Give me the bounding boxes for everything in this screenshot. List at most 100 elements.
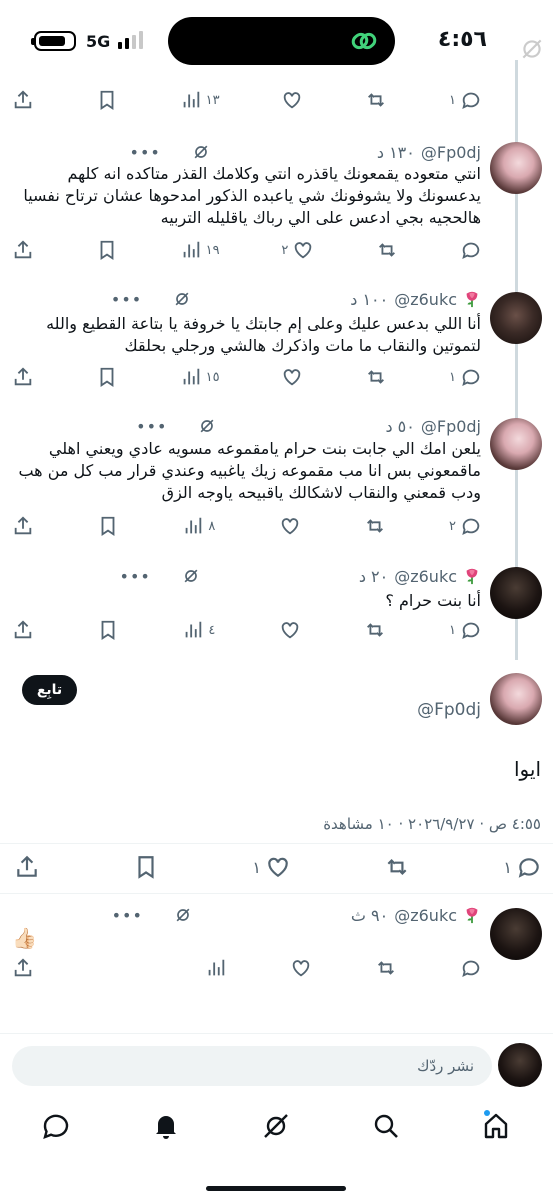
reply-count: ١ bbox=[448, 92, 456, 108]
repost-icon bbox=[387, 858, 407, 876]
share-icon bbox=[14, 620, 32, 639]
bookmark-icon bbox=[100, 90, 114, 110]
share-button[interactable] bbox=[12, 239, 34, 261]
heart-icon bbox=[284, 369, 301, 386]
repost-icon bbox=[379, 243, 396, 257]
tweet-actions: ١٣ ١ bbox=[12, 86, 482, 114]
like-button[interactable]: ٢ bbox=[281, 239, 314, 261]
bookmark-button[interactable] bbox=[97, 619, 119, 641]
tweet-handle[interactable]: @z6ukc bbox=[394, 906, 457, 925]
reply-button[interactable] bbox=[460, 239, 482, 261]
more-icon[interactable]: ••• bbox=[111, 290, 142, 309]
share-button[interactable] bbox=[12, 957, 34, 979]
views-button[interactable]: ١٥ bbox=[180, 366, 220, 388]
repost-button[interactable] bbox=[365, 89, 387, 111]
tweet-handle[interactable]: @Fp0dj bbox=[421, 143, 481, 162]
views-button[interactable] bbox=[205, 957, 227, 979]
avatar[interactable] bbox=[490, 142, 542, 194]
repost-button[interactable] bbox=[376, 239, 398, 261]
grok-icon[interactable] bbox=[173, 905, 193, 925]
share-button[interactable] bbox=[12, 515, 34, 537]
network-type: 5G bbox=[86, 32, 111, 51]
tweet-header: ••• ٩٠ ث @z6ukc bbox=[112, 905, 481, 925]
heart-icon bbox=[295, 242, 312, 259]
more-icon[interactable]: ••• bbox=[136, 417, 167, 436]
repost-button[interactable] bbox=[365, 366, 387, 388]
like-button[interactable] bbox=[281, 89, 303, 111]
more-icon[interactable]: ••• bbox=[130, 143, 161, 162]
reply-count: ١ bbox=[449, 622, 456, 638]
tab-bar bbox=[0, 1100, 553, 1160]
repost-icon bbox=[366, 623, 383, 637]
reply-button[interactable] bbox=[460, 957, 482, 979]
divider bbox=[0, 1033, 553, 1034]
more-icon[interactable]: ••• bbox=[112, 906, 143, 925]
home-icon[interactable] bbox=[480, 1110, 512, 1142]
reply-button[interactable]: ٢ bbox=[449, 515, 482, 537]
tweet-text: 👍🏻 bbox=[12, 926, 37, 950]
bookmark-button[interactable] bbox=[96, 366, 118, 388]
repost-button[interactable] bbox=[384, 854, 410, 880]
share-button[interactable] bbox=[12, 619, 34, 641]
reply-button[interactable]: ١ bbox=[449, 619, 482, 641]
grok-icon[interactable] bbox=[191, 142, 211, 162]
views-count: ١٥ bbox=[205, 369, 220, 385]
like-button[interactable]: ١ bbox=[252, 854, 291, 880]
views-button[interactable]: ٨ bbox=[182, 515, 215, 537]
share-button[interactable] bbox=[12, 89, 34, 111]
views-button[interactable]: ١٩ bbox=[180, 239, 220, 261]
like-button[interactable] bbox=[279, 619, 301, 641]
grok-icon[interactable] bbox=[260, 1110, 292, 1142]
views-button[interactable]: ٤ bbox=[182, 619, 215, 641]
avatar[interactable] bbox=[490, 908, 542, 960]
messages-icon[interactable] bbox=[40, 1110, 72, 1142]
views-icon bbox=[183, 241, 199, 258]
notifications-icon[interactable] bbox=[150, 1110, 182, 1142]
repost-button[interactable] bbox=[364, 619, 386, 641]
share-button[interactable] bbox=[14, 854, 40, 880]
tweet-handle[interactable]: @Fp0dj bbox=[417, 700, 481, 720]
views-count: ٨ bbox=[208, 518, 216, 534]
avatar[interactable] bbox=[490, 292, 542, 344]
tweet-handle[interactable]: @Fp0dj bbox=[421, 417, 481, 436]
tweet-text: انتي متعوده يقمعونك ياقذره انتي وكلامك ا… bbox=[23, 164, 481, 227]
avatar[interactable] bbox=[490, 567, 542, 619]
share-icon bbox=[14, 516, 32, 535]
avatar[interactable] bbox=[490, 418, 542, 470]
avatar bbox=[498, 1043, 542, 1087]
heart-icon bbox=[281, 622, 298, 639]
reply-count: ١ bbox=[448, 369, 456, 385]
tweet-handle[interactable]: @z6ukc bbox=[394, 290, 457, 309]
follow-button[interactable]: تابِع bbox=[22, 675, 77, 705]
tweet-time: ٥٠ د bbox=[385, 416, 415, 436]
bookmark-button[interactable] bbox=[96, 89, 118, 111]
bookmark-icon bbox=[100, 240, 114, 260]
heart-icon bbox=[292, 960, 310, 977]
tweet-handle[interactable]: @z6ukc bbox=[394, 567, 457, 586]
more-icon[interactable]: ••• bbox=[120, 567, 151, 586]
reply-button[interactable]: ١ bbox=[449, 366, 482, 388]
avatar[interactable] bbox=[490, 673, 542, 725]
views-icon bbox=[208, 959, 225, 976]
share-icon bbox=[14, 958, 32, 977]
repost-button[interactable] bbox=[375, 957, 397, 979]
bookmark-button[interactable] bbox=[96, 239, 118, 261]
share-button[interactable] bbox=[12, 366, 34, 388]
divider bbox=[0, 893, 553, 894]
grok-icon[interactable] bbox=[181, 566, 201, 586]
like-button[interactable] bbox=[279, 515, 301, 537]
bookmark-button[interactable] bbox=[97, 515, 119, 537]
like-button[interactable] bbox=[281, 366, 303, 388]
grok-icon[interactable] bbox=[172, 289, 192, 309]
reply-button[interactable]: ١ bbox=[449, 89, 482, 111]
reply-count: ١ bbox=[503, 857, 512, 877]
search-icon[interactable] bbox=[370, 1110, 402, 1142]
share-icon bbox=[14, 367, 32, 386]
like-button[interactable] bbox=[290, 957, 312, 979]
reply-button[interactable]: ١ bbox=[503, 854, 542, 880]
views-button[interactable]: ١٣ bbox=[180, 89, 220, 111]
reply-input[interactable]: نشر ردّك bbox=[12, 1046, 492, 1086]
repost-button[interactable] bbox=[364, 515, 386, 537]
bookmark-button[interactable] bbox=[133, 854, 159, 880]
grok-icon[interactable] bbox=[197, 416, 217, 436]
